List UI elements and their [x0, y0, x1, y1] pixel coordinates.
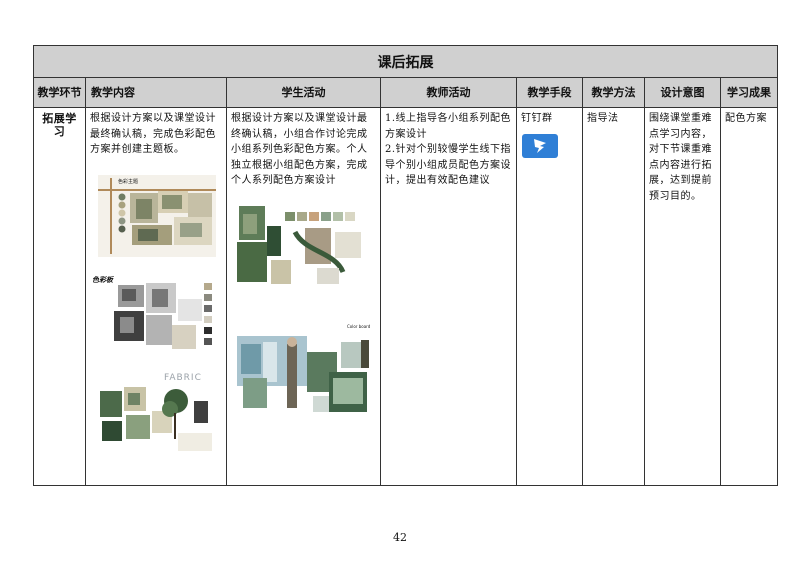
outcome-text: 配色方案 — [725, 113, 767, 124]
header-method: 教学方法 — [582, 77, 645, 108]
header-means: 教学手段 — [516, 77, 583, 108]
cell-stage: 拓展学习 — [33, 107, 86, 486]
board2-label: 色彩板 — [92, 274, 113, 284]
cell-student-activity: 根据设计方案以及课堂设计最终确认稿，小组合作讨论完成小组系列色彩配色方案。个人独… — [226, 107, 381, 486]
personal-color-scheme-image: Color board — [233, 321, 373, 422]
cell-means: 钉钉群 — [516, 107, 583, 486]
header-stage: 教学环节 — [33, 77, 86, 108]
header-intent: 设计意图 — [644, 77, 721, 108]
cell-teacher-activity: 1.线上指导各小组系列配色方案设计 2.针对个别较慢学生线下指导个别小组成员配色… — [380, 107, 517, 486]
cell-outcome: 配色方案 — [720, 107, 778, 486]
theme-board-image: 色彩主题 — [98, 174, 216, 257]
dingtalk-icon — [522, 133, 558, 158]
lesson-plan-table: 课后拓展 教学环节 教学内容 学生活动 教师活动 教学手段 教学方法 设计意图 … — [33, 45, 778, 486]
board3-label: FABRIC — [164, 372, 202, 383]
header-outcome: 学习成果 — [720, 77, 778, 108]
board1-label: 色彩主题 — [118, 178, 139, 185]
cell-method: 指导法 — [582, 107, 645, 486]
stage-text: 拓展学习 — [42, 112, 77, 138]
intent-text: 围绕课堂重难点学习内容，对下节课重难点内容进行拓展，达到提前预习目的。 — [649, 113, 712, 202]
content-text: 根据设计方案以及课堂设计最终确认稿，完成色彩配色方案并创建主题板。 — [90, 113, 216, 155]
cell-content: 根据设计方案以及课堂设计最终确认稿，完成色彩配色方案并创建主题板。 色彩主题 色… — [85, 107, 227, 486]
color-board-image: 色彩板 — [92, 274, 218, 359]
group-color-scheme-image — [235, 201, 373, 298]
header-student-activity: 学生活动 — [226, 77, 381, 108]
cell-intent: 围绕课堂重难点学习内容，对下节课重难点内容进行拓展，达到提前预习目的。 — [644, 107, 721, 486]
teacher-activity-text: 1.线上指导各小组系列配色方案设计 2.针对个别较慢学生线下指导个别小组成员配色… — [385, 113, 512, 186]
method-text: 指导法 — [587, 113, 619, 124]
header-teacher-activity: 教师活动 — [380, 77, 517, 108]
means-text: 钉钉群 — [521, 113, 553, 124]
student-activity-text: 根据设计方案以及课堂设计最终确认稿，小组合作讨论完成小组系列色彩配色方案。个人独… — [231, 113, 368, 186]
fabric-board-image: FABRIC — [98, 370, 214, 455]
page-number: 42 — [393, 531, 407, 544]
table-title: 课后拓展 — [33, 45, 778, 78]
header-content: 教学内容 — [85, 77, 227, 108]
board5-label: Color board — [347, 323, 371, 329]
